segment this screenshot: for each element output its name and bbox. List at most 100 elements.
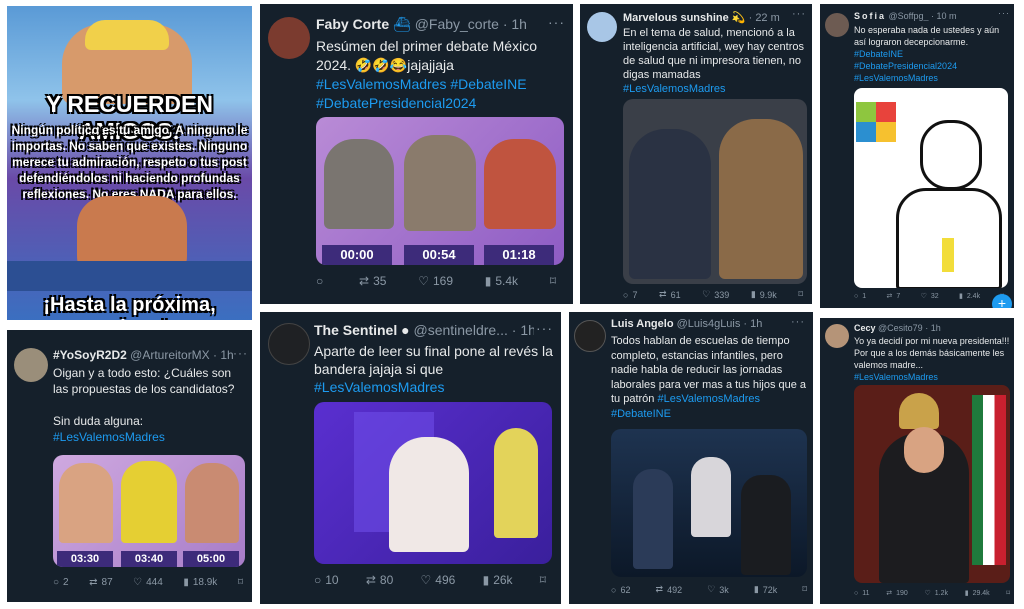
tweet-card-sofia[interactable]: Sofia @Soffpg_ · 10 m ··· No esperaba na… bbox=[820, 4, 1014, 308]
author-handle[interactable]: @Faby_corte bbox=[415, 16, 499, 32]
heart-icon: ♡ bbox=[702, 289, 711, 299]
author-name[interactable]: The Sentinel bbox=[314, 322, 397, 338]
tweet-time[interactable]: 1h bbox=[750, 318, 762, 330]
views-button[interactable]: ▮ 9.9k bbox=[751, 289, 777, 300]
views-button[interactable]: ▮ 72k bbox=[754, 584, 777, 595]
views-button[interactable]: ▮ 5.4k bbox=[485, 274, 518, 288]
author-name[interactable]: Marvelous sunshine bbox=[623, 12, 729, 24]
reply-button[interactable]: ○ bbox=[316, 274, 327, 288]
retweet-button[interactable]: ⇄ 190 bbox=[886, 589, 908, 598]
retweet-icon: ⇄ bbox=[659, 289, 667, 299]
tweet-time[interactable]: 1h bbox=[520, 322, 534, 338]
tweet-media[interactable]: 03:30 03:40 05:00 bbox=[53, 455, 245, 567]
views-button[interactable]: ▮ 26k bbox=[483, 573, 513, 587]
heart-icon: ♡ bbox=[418, 274, 429, 288]
tweet-hashtags[interactable]: #DebateINE #DebatePresidencial2024 #LesV… bbox=[854, 48, 984, 84]
tweet-hashtags[interactable]: #LesValemosMadres bbox=[623, 83, 726, 95]
views-button[interactable]: ▮ 29.4k bbox=[965, 589, 990, 598]
retweet-button[interactable]: ⇄ 492 bbox=[656, 584, 683, 595]
views-button[interactable]: ▮ 2.4k bbox=[959, 292, 980, 301]
author-handle[interactable]: @Cesito79 bbox=[878, 323, 923, 333]
more-options-icon[interactable]: ··· bbox=[791, 316, 805, 328]
retweet-button[interactable]: ⇄ 87 bbox=[89, 577, 113, 588]
tweet-media[interactable] bbox=[854, 385, 1010, 583]
meme-footer: ¡Hasta la próxima, amigos! bbox=[43, 294, 216, 320]
tweet-time[interactable]: 1h bbox=[931, 323, 941, 333]
tweet-media[interactable] bbox=[314, 402, 552, 564]
bookmark-icon: ⌑ bbox=[798, 289, 803, 299]
more-options-icon[interactable]: ··· bbox=[548, 14, 565, 30]
avatar[interactable] bbox=[268, 323, 310, 365]
author-handle[interactable]: @sentineldre... bbox=[413, 322, 507, 338]
bookmark-button[interactable]: ⌑ bbox=[550, 274, 556, 288]
reply-button[interactable]: ○ 2 bbox=[53, 577, 69, 588]
tweet-text: Yo ya decidí por mi nueva presidenta!!! … bbox=[854, 335, 1010, 383]
author-name[interactable]: Sofia bbox=[854, 11, 886, 21]
author-handle[interactable]: @Soffpg_ bbox=[889, 11, 929, 21]
reply-button[interactable]: ○ 7 bbox=[623, 290, 637, 300]
tweet-hashtags[interactable]: #LesValemosMadres #DebateINE #DebatePres… bbox=[316, 76, 527, 111]
author-name[interactable]: Luis Angelo bbox=[611, 318, 674, 330]
tweet-time[interactable]: 22 m bbox=[755, 12, 779, 24]
tweet-time[interactable]: 1h bbox=[220, 348, 233, 362]
heart-icon: ♡ bbox=[924, 590, 931, 597]
tweet-time[interactable]: 1h bbox=[511, 16, 527, 32]
media-timer-3: 05:00 bbox=[183, 551, 239, 567]
tweet-hashtags[interactable]: #LesValemosMadres bbox=[314, 379, 444, 395]
tweet-time[interactable]: 10 m bbox=[937, 11, 957, 21]
reply-button[interactable]: ○ 62 bbox=[611, 585, 630, 595]
reply-button[interactable]: ○ 11 bbox=[854, 590, 870, 597]
bookmark-button[interactable]: ⌑ bbox=[802, 584, 807, 595]
like-button[interactable]: ♡ 1.2k bbox=[924, 589, 948, 598]
like-button[interactable]: ♡ 444 bbox=[133, 577, 163, 588]
bookmark-button[interactable]: ⌑ bbox=[540, 573, 546, 587]
avatar[interactable] bbox=[268, 17, 310, 59]
views-icon: ▮ bbox=[750, 289, 756, 299]
author-name[interactable]: Cecy bbox=[854, 323, 876, 333]
bookmark-button[interactable]: ⌑ bbox=[798, 289, 803, 300]
tweet-card-cecy[interactable]: Cecy @Cesito79 · 1h Yo ya decidí por mi … bbox=[820, 318, 1014, 604]
tweet-media[interactable]: 00:00 00:54 01:18 bbox=[316, 117, 564, 265]
logo-plus-red bbox=[876, 102, 896, 122]
retweet-button[interactable]: ⇄ 80 bbox=[366, 573, 393, 587]
avatar[interactable] bbox=[574, 320, 606, 352]
bookmark-button[interactable]: ⌑ bbox=[238, 577, 243, 588]
tweet-card-luis[interactable]: Luis Angelo @Luis4gLuis · 1h ··· Todos h… bbox=[569, 312, 813, 604]
compose-button[interactable]: + bbox=[992, 294, 1012, 308]
views-button[interactable]: ▮ 18.9k bbox=[183, 577, 217, 588]
avatar[interactable] bbox=[587, 12, 617, 42]
reply-button[interactable]: ○ 1 bbox=[854, 293, 866, 300]
media-monkey bbox=[719, 119, 803, 279]
retweet-button[interactable]: ⇄ 7 bbox=[886, 292, 900, 301]
retweet-button[interactable]: ⇄ 35 bbox=[359, 274, 386, 288]
tweet-card-r2d2[interactable]: #YoSoyR2D2 @ArtureitorMX · 1h ··· Oigan … bbox=[7, 330, 252, 602]
bookmark-button[interactable]: ⌑ bbox=[1006, 589, 1010, 597]
tweet-card-faby[interactable]: Faby Corte ⛴ @Faby_corte · 1h ··· Resúme… bbox=[260, 4, 573, 304]
author-handle[interactable]: @ArtureitorMX bbox=[130, 348, 210, 362]
author-name[interactable]: #YoSoyR2D2 bbox=[53, 348, 127, 362]
like-button[interactable]: ♡ 496 bbox=[421, 573, 456, 587]
more-options-icon[interactable]: ··· bbox=[792, 8, 806, 20]
like-button[interactable]: ♡ 169 bbox=[418, 274, 453, 288]
tweet-hashtags[interactable]: #LesValemosMadres bbox=[53, 430, 165, 444]
like-button[interactable]: ♡ 3k bbox=[707, 584, 729, 595]
media-flag bbox=[972, 395, 1006, 565]
author-handle[interactable]: @Luis4gLuis bbox=[677, 318, 741, 330]
more-options-icon[interactable]: ··· bbox=[998, 8, 1010, 18]
tweet-media[interactable] bbox=[611, 429, 807, 577]
avatar[interactable] bbox=[825, 13, 849, 37]
tweet-media[interactable] bbox=[854, 88, 1008, 288]
tweet-card-sentinel[interactable]: The Sentinel ● @sentineldre... · 1h ··· … bbox=[260, 312, 561, 604]
avatar[interactable] bbox=[825, 324, 849, 348]
author-name[interactable]: Faby Corte bbox=[316, 16, 389, 32]
tweet-card-marvelous[interactable]: Marvelous sunshine 💫 · 22 m ··· En el te… bbox=[580, 4, 812, 304]
avatar[interactable] bbox=[14, 348, 48, 382]
like-button[interactable]: ♡ 32 bbox=[921, 292, 939, 301]
more-options-icon[interactable]: ··· bbox=[233, 346, 248, 360]
tweet-media[interactable] bbox=[623, 99, 807, 284]
more-options-icon[interactable]: ··· bbox=[536, 320, 553, 336]
retweet-button[interactable]: ⇄ 61 bbox=[659, 289, 681, 300]
reply-button[interactable]: ○ 10 bbox=[314, 573, 339, 587]
like-button[interactable]: ♡ 339 bbox=[702, 289, 729, 300]
tweet-hashtags[interactable]: #LesValemosMadres bbox=[854, 372, 938, 382]
